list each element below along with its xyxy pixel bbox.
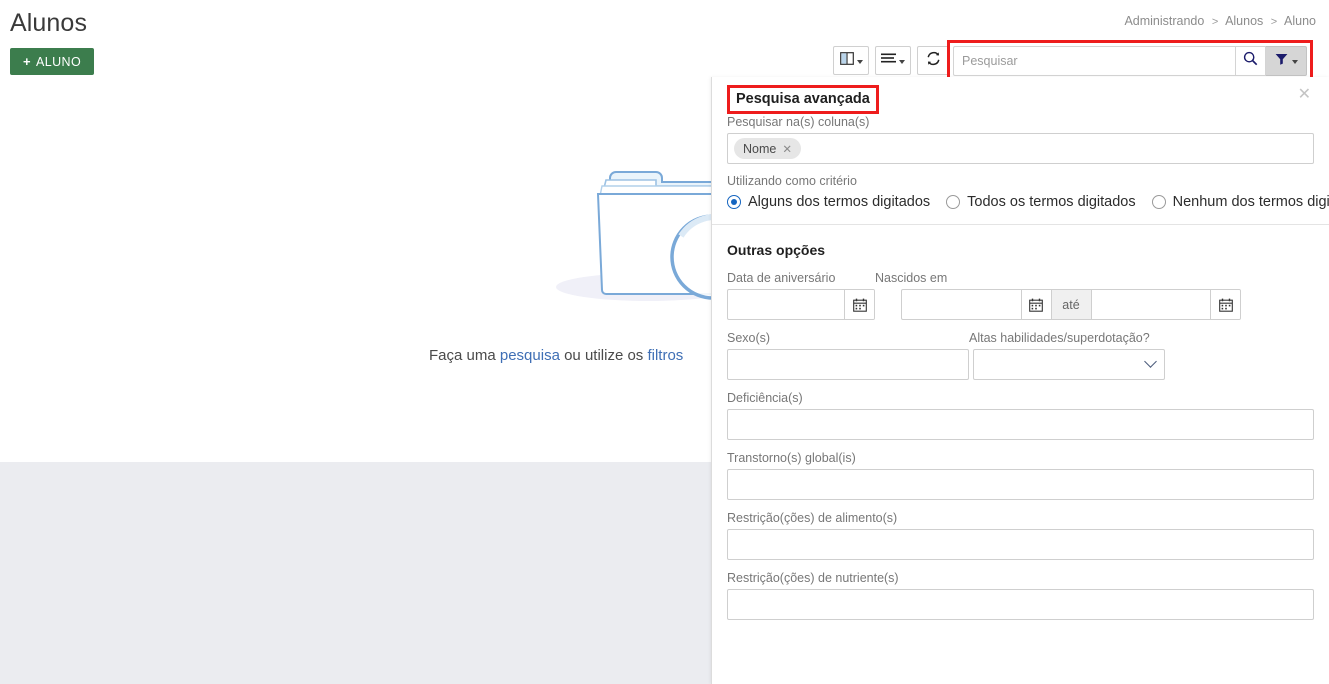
calendar-icon[interactable] — [844, 290, 874, 319]
advanced-search-header: Pesquisa avançada ✕ — [712, 77, 1329, 115]
chevron-down-icon — [1144, 355, 1157, 368]
giftedness-label: Altas habilidades/superdotação? — [969, 331, 1150, 345]
empty-state-search-link[interactable]: pesquisa — [500, 347, 560, 364]
birthday-input[interactable] — [728, 290, 844, 319]
criteria-label: Utilizando como critério — [727, 174, 857, 188]
birthday-label: Data de aniversário — [727, 271, 836, 285]
sex-giftedness-row: Sexo(s) Altas habilidades/superdotação? — [712, 331, 1329, 380]
app-root: Alunos + ALUNO Administrando > Alunos > … — [0, 0, 1329, 684]
columns-tag-input[interactable]: Nome ✕ — [727, 133, 1314, 164]
advanced-search-toggle-button[interactable] — [1266, 46, 1307, 76]
born-in-label: Nascidos em — [875, 271, 948, 285]
giftedness-select[interactable] — [973, 349, 1165, 380]
column-tag-nome[interactable]: Nome ✕ — [734, 138, 801, 159]
criteria-radio-none[interactable]: Nenhum dos termos digitados — [1151, 194, 1329, 210]
radio-indicator-all[interactable] — [946, 195, 961, 209]
radio-indicator-none[interactable] — [1151, 195, 1166, 209]
refresh-button[interactable] — [917, 46, 950, 75]
disability-label: Deficiência(s) — [727, 391, 803, 405]
criteria-field-group: Utilizando como critério Alguns dos term… — [712, 174, 1329, 210]
breadcrumb: Administrando > Alunos > Aluno — [1124, 14, 1316, 28]
chevron-down-icon — [856, 59, 863, 64]
list-density-icon — [881, 52, 896, 70]
columns-toggle-icon — [839, 51, 854, 70]
empty-state-filters-link[interactable]: filtros — [647, 347, 683, 364]
breadcrumb-separator: > — [1270, 16, 1278, 28]
disability-field-group: Deficiência(s) — [712, 391, 1329, 440]
criteria-radio-group: Alguns dos termos digitados Todos os ter… — [727, 194, 1329, 210]
nutrient-restriction-input[interactable] — [727, 589, 1314, 620]
empty-text-middle: ou utilize os — [559, 347, 648, 364]
range-until-label: até — [1050, 290, 1092, 319]
panel-title-highlight: Pesquisa avançada — [727, 85, 879, 114]
advanced-search-panel: Pesquisa avançada ✕ Pesquisar na(s) colu… — [711, 77, 1329, 684]
density-button[interactable] — [875, 46, 911, 75]
columns-field-group: Pesquisar na(s) coluna(s) Nome ✕ — [712, 115, 1329, 164]
breadcrumb-separator: > — [1211, 16, 1219, 28]
sex-label: Sexo(s) — [727, 331, 771, 345]
dates-row: Data de aniversário Nascidos em até — [712, 271, 1329, 320]
global-disorder-input[interactable] — [727, 469, 1314, 500]
refresh-icon — [926, 51, 941, 71]
food-restriction-input[interactable] — [727, 529, 1314, 560]
columns-field-label: Pesquisar na(s) coluna(s) — [727, 115, 870, 129]
magnifier-icon — [1243, 51, 1258, 71]
criteria-label-some: Alguns dos termos digitados — [748, 194, 931, 210]
panel-title: Pesquisa avançada — [736, 91, 870, 107]
global-disorder-label: Transtorno(s) global(is) — [727, 451, 856, 465]
radio-indicator-some[interactable] — [727, 195, 741, 209]
food-restriction-field-group: Restrição(ções) de alimento(s) — [712, 511, 1329, 560]
breadcrumb-item-0[interactable]: Administrando — [1124, 14, 1204, 28]
born-range-field[interactable]: até — [901, 289, 1241, 320]
disability-input[interactable] — [727, 409, 1314, 440]
add-aluno-label: ALUNO — [36, 54, 82, 69]
criteria-radio-some[interactable]: Alguns dos termos digitados — [727, 194, 930, 210]
criteria-label-none: Nenhum dos termos digitados — [1172, 194, 1329, 210]
birthday-date-field[interactable] — [727, 289, 875, 320]
chevron-down-icon — [1291, 60, 1298, 64]
criteria-radio-all[interactable]: Todos os termos digitados — [946, 194, 1136, 210]
calendar-icon[interactable] — [1210, 290, 1240, 319]
nutrient-restriction-field-group: Restrição(ções) de nutriente(s) — [712, 571, 1329, 620]
funnel-icon — [1275, 52, 1288, 70]
sex-input[interactable] — [727, 349, 969, 380]
calendar-icon[interactable] — [1020, 290, 1051, 319]
remove-tag-icon[interactable]: ✕ — [782, 142, 792, 156]
search-submit-button[interactable] — [1235, 46, 1266, 76]
breadcrumb-item-1[interactable]: Alunos — [1225, 14, 1263, 28]
search-input[interactable] — [953, 46, 1235, 76]
born-to-input[interactable] — [1092, 290, 1211, 319]
food-restriction-label: Restrição(ções) de alimento(s) — [727, 511, 898, 525]
born-from-input[interactable] — [902, 290, 1021, 319]
footer-gray-strip — [0, 462, 711, 684]
empty-text-before: Faça uma — [429, 347, 500, 364]
empty-state-text: Faça uma pesquisa ou utilize os filtros — [429, 347, 683, 364]
columns-toggle-button[interactable] — [833, 46, 869, 75]
other-options-title: Outras opções — [727, 242, 826, 258]
global-disorder-field-group: Transtorno(s) global(is) — [712, 451, 1329, 500]
breadcrumb-item-2: Aluno — [1284, 14, 1316, 28]
page-title: Alunos — [10, 9, 88, 37]
table-toolbar — [833, 46, 950, 75]
search-highlight-box — [947, 40, 1313, 82]
chevron-down-icon — [899, 59, 905, 64]
close-icon[interactable]: ✕ — [1298, 87, 1311, 103]
criteria-label-all: Todos os termos digitados — [967, 194, 1136, 210]
plus-icon: + — [23, 54, 31, 69]
column-tag-label: Nome — [743, 141, 777, 156]
add-aluno-button[interactable]: + ALUNO — [10, 48, 95, 75]
nutrient-restriction-label: Restrição(ções) de nutriente(s) — [727, 571, 899, 585]
